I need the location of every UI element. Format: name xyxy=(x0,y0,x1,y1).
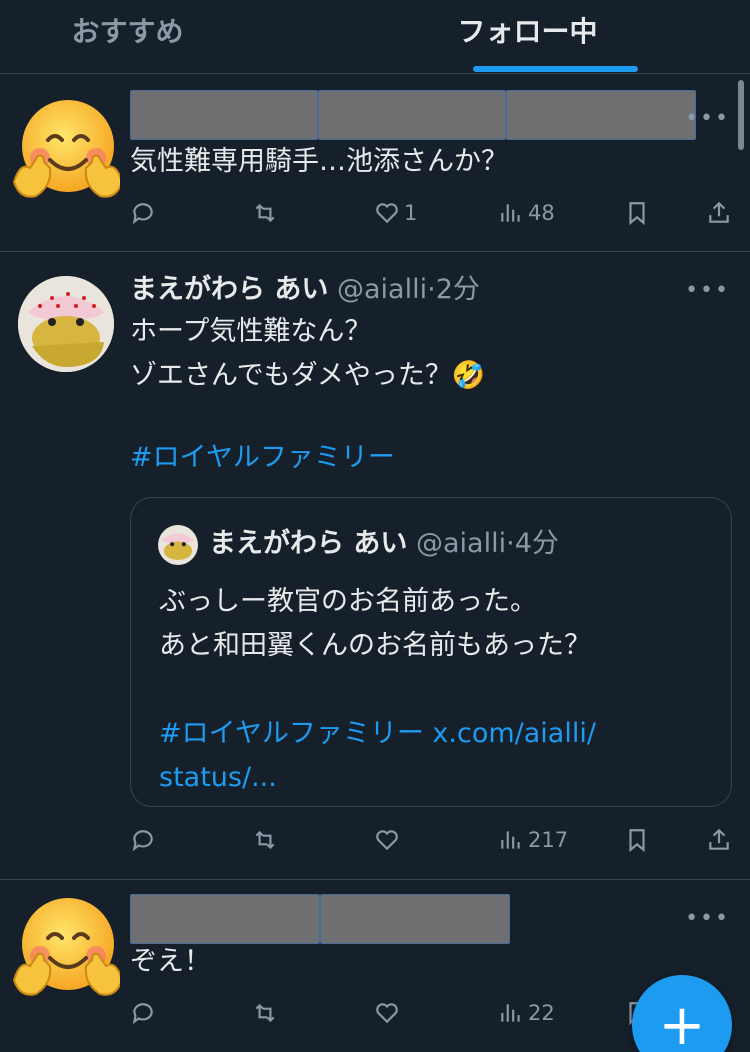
retweet-button[interactable] xyxy=(252,827,278,853)
views-count: 22 xyxy=(528,1001,555,1025)
tab-following[interactable]: フォロー中 xyxy=(375,0,750,74)
redacted-name xyxy=(130,90,696,140)
separator: · xyxy=(427,274,436,305)
hugging-face-icon xyxy=(12,100,124,198)
tab-following-label: フォロー中 xyxy=(457,15,598,48)
heart-icon xyxy=(376,1003,398,1024)
active-tab-indicator xyxy=(473,66,638,72)
scrollbar[interactable] xyxy=(738,80,744,150)
bookmark-button[interactable] xyxy=(624,200,650,226)
tweet-2[interactable]: まえがわら あい @aialli·2分 ••• ホープ気性難なん？ ゾエさんでも… xyxy=(0,252,750,880)
quote-header: まえがわら あい @aialli·4分 xyxy=(209,526,559,562)
reply-icon xyxy=(132,203,153,225)
timestamp[interactable]: 2分 xyxy=(436,274,480,305)
tab-recommended[interactable]: おすすめ xyxy=(0,0,375,74)
more-options-icon[interactable]: ••• xyxy=(685,106,730,131)
quote-display-name: まえがわら あい xyxy=(209,528,408,559)
like-button[interactable] xyxy=(374,1000,400,1026)
share-icon xyxy=(709,201,729,223)
bookmark-icon xyxy=(629,202,645,226)
retweet-icon xyxy=(255,203,275,223)
plus-icon: + xyxy=(658,992,706,1052)
quote-text: ぶっしー教官のお名前あった。 あと和田翼くんのお名前もあった？ #ロイヤルファミ… xyxy=(159,580,596,800)
share-button[interactable] xyxy=(706,827,732,853)
tweet-text-line-2: ゾエさんでもダメやった？🤣 xyxy=(130,360,486,391)
like-button[interactable] xyxy=(374,827,400,853)
bookmark-button[interactable] xyxy=(624,827,650,853)
quoted-tweet[interactable]: まえがわら あい @aialli·4分 ぶっしー教官のお名前あった。 あと和田翼… xyxy=(130,497,732,807)
quote-url[interactable]: x.com/aialli/ xyxy=(432,718,596,749)
quote-line-1: ぶっしー教官のお名前あった。 xyxy=(159,586,537,617)
reply-button[interactable] xyxy=(130,1000,156,1026)
more-options-icon[interactable]: ••• xyxy=(685,278,730,303)
views-icon xyxy=(501,1004,520,1022)
retweet-icon xyxy=(255,1003,275,1023)
like-count: 1 xyxy=(404,201,418,225)
reply-icon xyxy=(132,830,153,852)
avatar-emoji-hugging[interactable] xyxy=(10,894,124,996)
display-name[interactable]: まえがわら あい xyxy=(130,274,328,305)
user-handle[interactable]: @aialli xyxy=(337,274,427,305)
reply-icon xyxy=(132,1003,153,1025)
views-button[interactable]: 22 xyxy=(498,1000,555,1026)
hashtag-link[interactable]: #ロイヤルファミリー xyxy=(130,436,395,480)
more-options-icon[interactable]: ••• xyxy=(685,906,730,931)
user-photo-icon xyxy=(18,276,114,372)
retweet-icon xyxy=(255,830,275,850)
views-count: 48 xyxy=(528,201,555,225)
bookmark-icon xyxy=(629,829,645,853)
views-icon xyxy=(501,204,520,222)
avatar-emoji-hugging[interactable] xyxy=(10,96,124,198)
retweet-button[interactable] xyxy=(252,1000,278,1026)
separator: · xyxy=(506,528,515,559)
views-icon xyxy=(501,831,520,849)
quote-line-2: あと和田翼くんのお名前もあった？ xyxy=(159,630,591,661)
quote-timestamp: 4分 xyxy=(514,528,559,559)
quote-url-cont[interactable]: status/... xyxy=(159,762,277,793)
quote-avatar xyxy=(158,525,198,565)
avatar-user[interactable] xyxy=(18,276,114,372)
reply-button[interactable] xyxy=(130,200,156,226)
tweet-text-line-1: ホープ気性難なん？ xyxy=(130,316,372,347)
heart-icon xyxy=(376,203,398,224)
tweet-text: ぞえ！ xyxy=(130,946,211,977)
tab-recommended-label: おすすめ xyxy=(71,15,184,48)
tweet-text: 気性難専用騎手…池添さんか？ xyxy=(130,146,508,177)
tweet-actions: 217 xyxy=(130,827,735,861)
views-count: 217 xyxy=(528,828,569,852)
tweet-1[interactable]: ••• 気性難専用騎手…池添さんか？ 1 48 xyxy=(0,74,750,252)
timeline-tabs: おすすめ フォロー中 xyxy=(0,0,750,74)
views-button[interactable]: 217 xyxy=(498,827,568,853)
redacted-name xyxy=(130,894,510,944)
tweet-actions: 1 48 xyxy=(130,200,735,234)
share-icon xyxy=(709,828,729,850)
retweet-button[interactable] xyxy=(252,200,278,226)
user-photo-icon xyxy=(158,525,198,565)
quote-hashtag[interactable]: #ロイヤルファミリー xyxy=(159,718,424,749)
like-button[interactable]: 1 xyxy=(374,200,417,226)
tweet-header: まえがわら あい @aialli·2分 xyxy=(130,272,480,308)
heart-icon xyxy=(376,830,398,851)
quote-handle: @aialli xyxy=(416,528,507,559)
views-button[interactable]: 48 xyxy=(498,200,555,226)
hugging-face-icon xyxy=(12,898,124,996)
reply-button[interactable] xyxy=(130,827,156,853)
share-button[interactable] xyxy=(706,200,732,226)
